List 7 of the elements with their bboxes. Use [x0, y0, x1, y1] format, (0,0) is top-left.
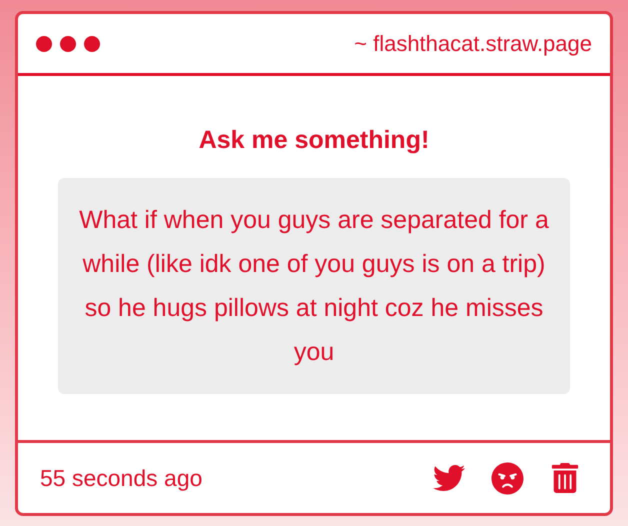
question-text: What if when you guys are separated for a while (like idk one of you guys is on a trip) so he hugs pillows at night coz he misses you — [78, 204, 550, 368]
angry-face-button[interactable] — [491, 462, 524, 494]
page-url: ~ flashthacat.straw.page — [354, 30, 592, 58]
delete-button[interactable] — [550, 463, 580, 493]
timestamp: 55 seconds ago — [40, 464, 202, 493]
twitter-share-button[interactable] — [433, 462, 465, 494]
page-title: Ask me something! — [198, 125, 430, 156]
